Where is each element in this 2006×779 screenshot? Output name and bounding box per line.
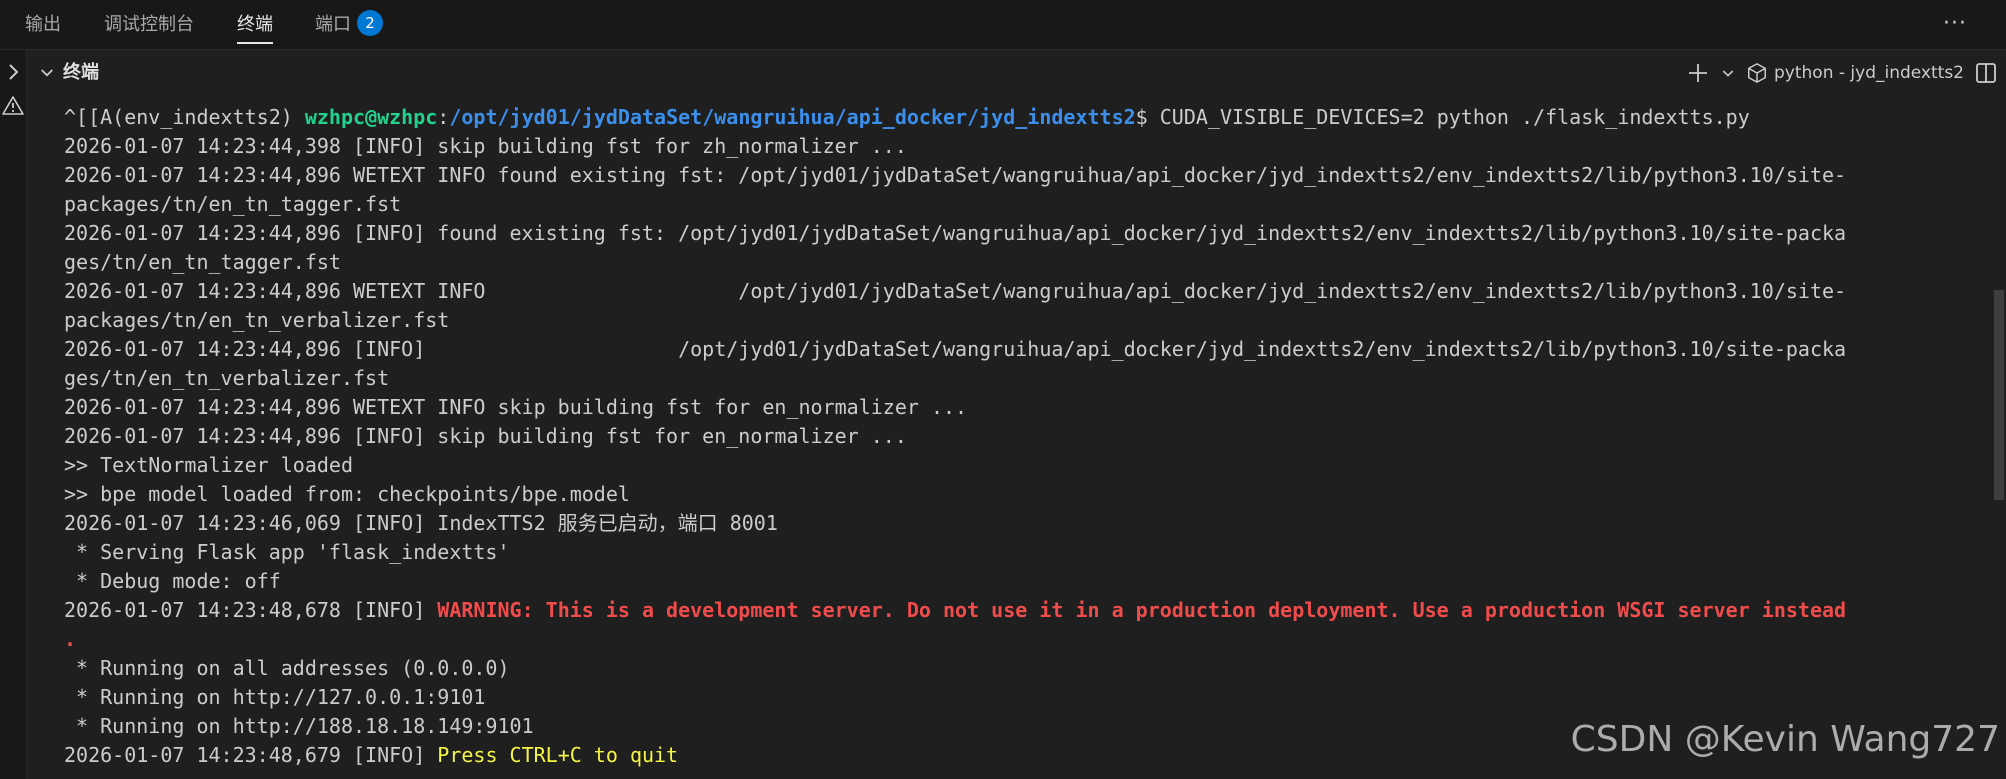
log-line: packages/tn/en_tn_verbalizer.fst bbox=[64, 308, 450, 332]
tab-output[interactable]: 输出 bbox=[25, 0, 61, 50]
tab-ports-label: 端口 bbox=[315, 14, 351, 35]
chevron-right-icon[interactable] bbox=[1, 60, 25, 84]
tab-ports[interactable]: 端口 2 bbox=[315, 0, 383, 50]
tab-terminal[interactable]: 终端 bbox=[237, 0, 273, 50]
log-line: 2026-01-07 14:23:44,896 WETEXT INFO foun… bbox=[64, 163, 1847, 187]
log-line: 2026-01-07 14:23:44,896 WETEXT INFO skip… bbox=[64, 395, 968, 419]
quit-hint-prefix: 2026-01-07 14:23:48,679 [INFO] bbox=[64, 743, 438, 767]
split-terminal-button[interactable] bbox=[1974, 58, 1998, 88]
tab-terminal-label: 终端 bbox=[237, 14, 273, 35]
vscode-panel: 输出 调试控制台 终端 端口 2 ··· 终端 python - jyd_ind… bbox=[0, 0, 2006, 779]
terminal-header: 终端 python - jyd_indextts2 bbox=[27, 50, 2006, 96]
cube-icon bbox=[1748, 63, 1766, 83]
prompt-prefix: ^[[A(env_indextts2) bbox=[64, 105, 305, 129]
prompt-user-host: wzhpc@wzhpc bbox=[304, 105, 438, 129]
log-line: 2026-01-07 14:23:44,896 WETEXT INFO /opt… bbox=[64, 279, 1847, 303]
log-line: 2026-01-07 14:23:46,069 [INFO] IndexTTS2… bbox=[64, 511, 778, 535]
scrollbar-thumb[interactable] bbox=[1994, 290, 2004, 500]
prompt-line: ^[[A(env_indextts2) wzhpc@wzhpc:/opt/jyd… bbox=[64, 103, 1994, 132]
tab-debug-console[interactable]: 调试控制台 bbox=[104, 0, 194, 50]
terminal-scrollbar[interactable] bbox=[1992, 100, 2006, 779]
warning-line: 2026-01-07 14:23:48,678 [INFO] WARNING: … bbox=[64, 596, 1994, 625]
warning-wrap: . bbox=[64, 627, 77, 651]
tab-output-label: 输出 bbox=[25, 14, 61, 35]
chevron-down-icon bbox=[1722, 70, 1734, 77]
log-line: packages/tn/en_tn_tagger.fst bbox=[64, 192, 402, 216]
terminal-header-actions: python - jyd_indextts2 bbox=[1686, 50, 2006, 96]
tab-debug-console-label: 调试控制台 bbox=[104, 14, 194, 35]
log-line: * Running on http://127.0.0.1:9101 bbox=[64, 685, 486, 709]
log-line: >> TextNormalizer loaded bbox=[64, 453, 353, 477]
log-line: 2026-01-07 14:23:44,896 [INFO] found exi… bbox=[64, 221, 1847, 245]
log-line: * Debug mode: off bbox=[64, 569, 281, 593]
warning-message: WARNING: This is a development server. D… bbox=[437, 598, 1847, 622]
left-gutter bbox=[0, 50, 27, 779]
chevron-down-icon bbox=[41, 69, 53, 77]
log-line: * Running on all addresses (0.0.0.0) bbox=[64, 656, 510, 680]
log-line: ges/tn/en_tn_verbalizer.fst bbox=[64, 366, 390, 390]
ports-count-badge: 2 bbox=[357, 10, 383, 36]
terminal-dropdown-button[interactable] bbox=[1720, 58, 1736, 88]
terminal-profile-label: python - jyd_indextts2 bbox=[1774, 63, 1964, 83]
terminal-title: 终端 bbox=[63, 62, 99, 83]
plus-icon bbox=[1689, 64, 1707, 82]
prompt-command: $ CUDA_VISIBLE_DEVICES=2 python ./flask_… bbox=[1135, 105, 1750, 129]
log-line: 2026-01-07 14:23:44,398 [INFO] skip buil… bbox=[64, 134, 907, 158]
new-terminal-button[interactable] bbox=[1686, 58, 1710, 88]
watermark: CSDN @Kevin Wang727 bbox=[1570, 719, 2000, 760]
terminal-section-toggle[interactable]: 终端 bbox=[37, 50, 99, 96]
warning-icon[interactable] bbox=[1, 94, 25, 118]
log-line: 2026-01-07 14:23:44,896 [INFO] /opt/jyd0… bbox=[64, 337, 1847, 361]
log-line: * Serving Flask app 'flask_indextts' bbox=[64, 540, 510, 564]
panel-tab-bar: 输出 调试控制台 终端 端口 2 ··· bbox=[0, 0, 2006, 50]
prompt-path: /opt/jyd01/jydDataSet/wangruihua/api_doc… bbox=[449, 105, 1136, 129]
terminal-profile-selector[interactable]: python - jyd_indextts2 bbox=[1746, 58, 1964, 88]
log-line: >> bpe model loaded from: checkpoints/bp… bbox=[64, 482, 630, 506]
split-editor-icon bbox=[1976, 63, 1996, 83]
quit-hint-message: Press CTRL+C to quit bbox=[437, 743, 679, 767]
terminal-output[interactable]: ^[[A(env_indextts2) wzhpc@wzhpc:/opt/jyd… bbox=[64, 103, 1994, 770]
log-line: ges/tn/en_tn_tagger.fst bbox=[64, 250, 341, 274]
more-actions-icon[interactable]: ··· bbox=[1942, 10, 1968, 38]
warning-prefix: 2026-01-07 14:23:48,678 [INFO] bbox=[64, 598, 438, 622]
log-line: 2026-01-07 14:23:44,896 [INFO] skip buil… bbox=[64, 424, 907, 448]
prompt-colon: : bbox=[437, 105, 450, 129]
